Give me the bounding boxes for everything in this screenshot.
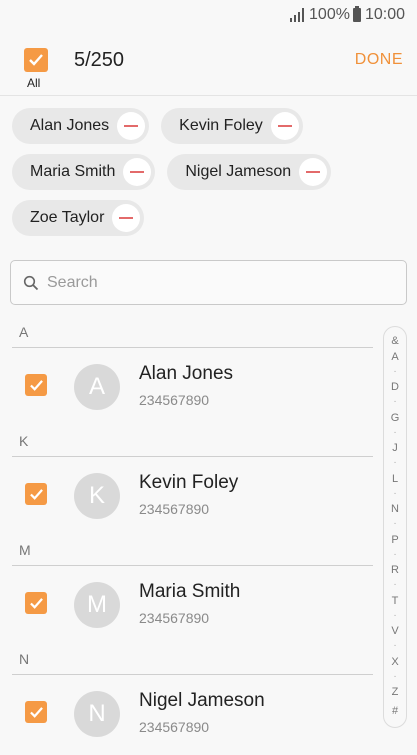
clock: 10:00: [364, 6, 405, 23]
signal-icon: [290, 8, 305, 22]
index-dot[interactable]: ·: [384, 457, 406, 468]
index-letter[interactable]: J: [384, 442, 406, 454]
contact-name: Nigel Jameson: [139, 690, 265, 711]
index-letter[interactable]: G: [384, 412, 406, 424]
index-letter[interactable]: &: [384, 335, 406, 347]
index-letter[interactable]: #: [384, 705, 406, 717]
contact-name: Kevin Foley: [139, 472, 239, 493]
search-input[interactable]: [45, 272, 349, 293]
check-icon: [29, 379, 43, 391]
chip-label: Nigel Jameson: [185, 163, 292, 180]
index-dot[interactable]: ·: [384, 549, 406, 560]
avatar: A: [74, 364, 120, 410]
avatar: N: [74, 691, 120, 737]
index-dot[interactable]: ·: [384, 427, 406, 438]
selected-contacts-chips: Alan Jones Kevin Foley Maria Smith Nigel…: [12, 108, 407, 246]
chip: Nigel Jameson: [167, 154, 332, 190]
index-letter[interactable]: N: [384, 503, 406, 515]
index-letter[interactable]: X: [384, 656, 406, 668]
contact-checkbox[interactable]: [25, 374, 47, 396]
index-dot[interactable]: ·: [384, 610, 406, 621]
battery-icon: [352, 6, 361, 22]
contact-name: Maria Smith: [139, 581, 241, 602]
contact-phone: 234567890: [139, 719, 210, 735]
index-dot[interactable]: ·: [384, 366, 406, 377]
select-all-label: All: [27, 76, 41, 90]
index-dot[interactable]: ·: [384, 396, 406, 407]
avatar: K: [74, 473, 120, 519]
index-letter[interactable]: D: [384, 381, 406, 393]
chip-label: Zoe Taylor: [30, 209, 105, 226]
contact-checkbox[interactable]: [25, 701, 47, 723]
contact-name: Alan Jones: [139, 363, 234, 384]
battery-percent: 100%: [309, 6, 350, 23]
search-icon: [23, 275, 39, 290]
remove-icon[interactable]: [270, 112, 299, 140]
divider: [0, 95, 417, 96]
contact-phone: 234567890: [139, 392, 210, 408]
list-item[interactable]: M Maria Smith 234567890: [0, 562, 380, 646]
index-letter[interactable]: T: [384, 595, 406, 607]
contact-checkbox[interactable]: [25, 483, 47, 505]
index-letter[interactable]: Z: [384, 686, 406, 698]
contact-phone: 234567890: [139, 501, 210, 517]
remove-icon[interactable]: [112, 204, 141, 232]
remove-icon[interactable]: [299, 158, 328, 186]
contact-checkbox[interactable]: [25, 592, 47, 614]
index-letter[interactable]: L: [384, 473, 406, 485]
selected-count: 5/250: [74, 49, 125, 71]
chip: Zoe Taylor: [12, 200, 145, 236]
chip: Kevin Foley: [161, 108, 303, 144]
check-icon: [29, 488, 43, 500]
status-bar: 100% 10:00: [0, 0, 417, 30]
select-all-checkbox[interactable]: [24, 48, 48, 72]
remove-icon[interactable]: [123, 158, 152, 186]
index-dot[interactable]: ·: [384, 640, 406, 651]
list-item[interactable]: K Kevin Foley 234567890: [0, 453, 380, 537]
index-dot[interactable]: ·: [384, 488, 406, 499]
check-icon: [29, 706, 43, 718]
index-letter[interactable]: R: [384, 564, 406, 576]
index-dot[interactable]: ·: [384, 671, 406, 682]
index-letter[interactable]: V: [384, 625, 406, 637]
index-dot[interactable]: ·: [384, 579, 406, 590]
index-letter[interactable]: A: [384, 351, 406, 363]
chip: Alan Jones: [12, 108, 150, 144]
index-letter[interactable]: P: [384, 534, 406, 546]
done-button[interactable]: DONE: [355, 51, 403, 69]
check-icon: [29, 597, 43, 609]
alphabet-index-bar[interactable]: & A · D · G · J · L · N · P · R · T · V …: [383, 326, 407, 728]
search-bar[interactable]: [10, 260, 407, 305]
chip: Maria Smith: [12, 154, 156, 190]
selection-header: All 5/250 DONE: [0, 38, 417, 94]
chip-label: Kevin Foley: [179, 117, 263, 134]
avatar: M: [74, 582, 120, 628]
index-dot[interactable]: ·: [384, 518, 406, 529]
chip-label: Alan Jones: [30, 117, 110, 134]
remove-icon[interactable]: [117, 112, 146, 140]
contact-phone: 234567890: [139, 610, 210, 626]
check-icon: [29, 54, 43, 66]
list-item[interactable]: A Alan Jones 234567890: [0, 344, 380, 428]
list-item[interactable]: N Nigel Jameson 234567890: [0, 671, 380, 755]
chip-label: Maria Smith: [30, 163, 116, 180]
